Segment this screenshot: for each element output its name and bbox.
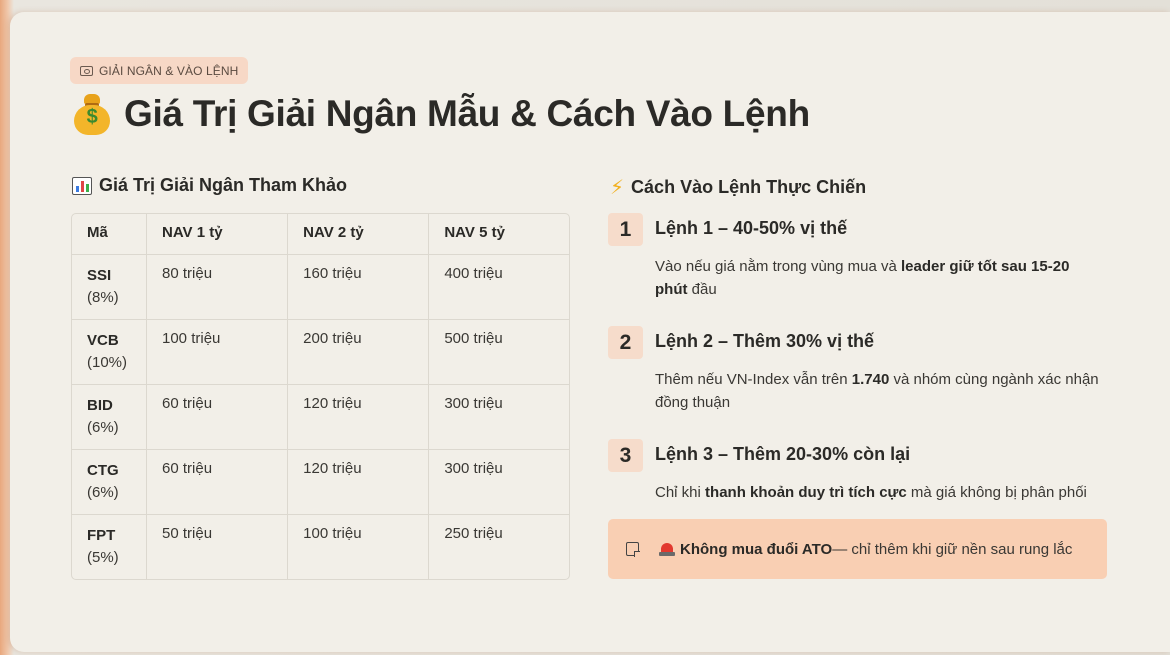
step-number: 2	[608, 326, 643, 359]
siren-icon	[659, 542, 675, 556]
ticker-code: VCB	[87, 332, 119, 349]
ticker-code: BID	[87, 397, 113, 414]
ticker-pct: (8%)	[87, 289, 119, 306]
table-row: BID (6%) 60 triệu 120 triệu 300 triệu	[72, 385, 569, 450]
ticker-pct: (5%)	[87, 549, 119, 566]
nav5-cell: 500 triệu	[429, 320, 569, 385]
ticker-code: FPT	[87, 527, 116, 544]
column-header: Mã	[72, 214, 147, 255]
ticker-cell: CTG (6%)	[72, 450, 147, 515]
note-icon	[626, 542, 640, 557]
nav5-cell: 300 triệu	[429, 450, 569, 515]
left-heading-text: Giá Trị Giải Ngân Tham Khảo	[99, 175, 348, 195]
table-header-row: Mã NAV 1 tỷ NAV 2 tỷ NAV 5 tỷ	[72, 214, 569, 255]
column-header: NAV 1 tỷ	[147, 214, 289, 255]
step-number: 3	[608, 439, 643, 472]
disbursement-table: Mã NAV 1 tỷ NAV 2 tỷ NAV 5 tỷ SSI (8%) 80…	[71, 213, 570, 580]
column-header: NAV 5 tỷ	[429, 214, 569, 255]
page-title-text: Giá Trị Giải Ngân Mẫu & Cách Vào Lệnh	[124, 93, 810, 134]
warning-bold: Không mua đuổi ATO	[680, 540, 833, 558]
nav2-cell: 120 triệu	[288, 450, 430, 515]
step-number: 1	[608, 213, 643, 246]
ticker-pct: (6%)	[87, 419, 119, 436]
section-tag-label: GIẢI NGÂN & VÀO LỆNH	[99, 63, 239, 78]
ticker-cell: VCB (10%)	[72, 320, 147, 385]
ticker-pct: (6%)	[87, 484, 119, 501]
warning-callout: Không mua đuổi ATO — chỉ thêm khi giữ nề…	[608, 519, 1107, 579]
ticker-pct: (10%)	[87, 354, 128, 371]
right-heading-text: Cách Vào Lệnh Thực Chiến	[631, 177, 867, 197]
step-title: Lệnh 3 – Thêm 20-30% còn lại	[655, 444, 911, 464]
money-icon	[80, 65, 93, 76]
table-row: CTG (6%) 60 triệu 120 triệu 300 triệu	[72, 450, 569, 515]
nav5-cell: 300 triệu	[429, 385, 569, 450]
step-title: Lệnh 2 – Thêm 30% vị thế	[655, 331, 875, 351]
nav2-cell: 160 triệu	[288, 255, 430, 320]
bar-chart-icon	[72, 176, 92, 195]
step-description: Thêm nếu VN-Index vẫn trên 1.740 và nhóm…	[655, 371, 1099, 411]
nav1-cell: 60 triệu	[147, 385, 289, 450]
step-description: Chỉ khi thanh khoản duy trì tích cực mà …	[655, 484, 1087, 501]
ticker-code: CTG	[87, 462, 119, 479]
money-bag-icon: $	[72, 92, 112, 136]
ticker-cell: FPT (5%)	[72, 515, 147, 579]
nav5-cell: 400 triệu	[429, 255, 569, 320]
nav2-cell: 120 triệu	[288, 385, 430, 450]
right-heading: ⚡ Cách Vào Lệnh Thực Chiến	[610, 175, 866, 200]
ticker-cell: BID (6%)	[72, 385, 147, 450]
nav1-cell: 50 triệu	[147, 515, 289, 579]
step-description: Vào nếu giá nằm trong vùng mua và leader…	[655, 258, 1070, 298]
table-row: FPT (5%) 50 triệu 100 triệu 250 triệu	[72, 515, 569, 579]
left-heading: Giá Trị Giải Ngân Tham Khảo	[72, 175, 347, 196]
nav1-cell: 100 triệu	[147, 320, 289, 385]
nav1-cell: 80 triệu	[147, 255, 289, 320]
ticker-cell: SSI (8%)	[72, 255, 147, 320]
nav5-cell: 250 triệu	[444, 525, 503, 542]
step-title: Lệnh 1 – 40-50% vị thế	[655, 218, 848, 238]
table-row: SSI (8%) 80 triệu 160 triệu 400 triệu	[72, 255, 569, 320]
column-header: NAV 2 tỷ	[288, 214, 430, 255]
nav2-cell: 100 triệu	[288, 515, 430, 579]
nav2-cell: 200 triệu	[288, 320, 430, 385]
table-row: VCB (10%) 100 triệu 200 triệu 500 triệu	[72, 320, 569, 385]
section-tag: GIẢI NGÂN & VÀO LỆNH	[70, 57, 249, 84]
page-title: $ Giá Trị Giải Ngân Mẫu & Cách Vào Lệnh	[72, 92, 810, 136]
warning-text: — chỉ thêm khi giữ nền sau rung lắc	[832, 540, 1073, 558]
nav1-cell: 60 triệu	[147, 450, 289, 515]
ticker-code: SSI	[87, 267, 112, 284]
lightning-icon: ⚡	[610, 177, 625, 199]
